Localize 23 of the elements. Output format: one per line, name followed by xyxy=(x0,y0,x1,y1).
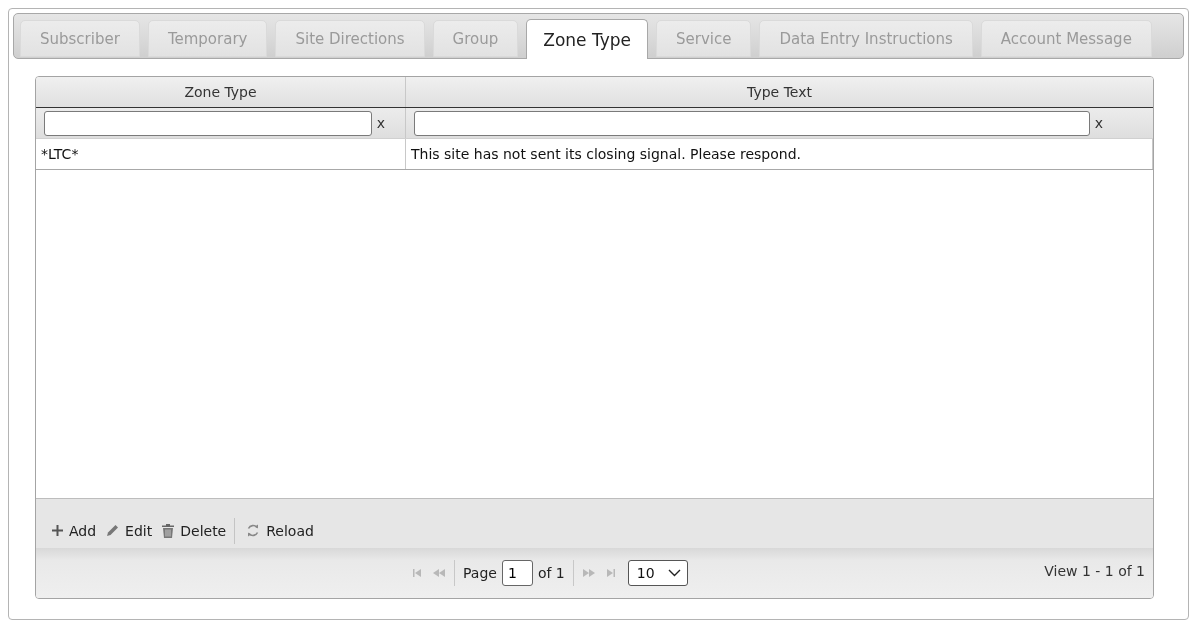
page-label: Page xyxy=(463,565,497,581)
filter-input[interactable] xyxy=(414,110,1090,136)
page-input[interactable]: 1 xyxy=(501,560,533,586)
clear-filter-link[interactable]: x xyxy=(376,115,385,131)
column-header[interactable]: Zone Type xyxy=(36,77,406,107)
plus-icon xyxy=(52,525,63,536)
edit-button[interactable]: Edit xyxy=(101,518,158,543)
tab[interactable]: Zone Type xyxy=(526,19,648,59)
page-size-select[interactable]: 10 xyxy=(627,560,688,586)
column-header[interactable]: Type Text xyxy=(406,77,1153,107)
reload-button[interactable]: Reload xyxy=(241,518,319,543)
filter-input[interactable] xyxy=(44,110,372,136)
refresh-icon xyxy=(246,523,261,538)
table-cell: This site has not sent its closing signal. Please respond. xyxy=(406,139,1153,169)
chevron-down-icon xyxy=(667,569,681,577)
add-button[interactable]: Add xyxy=(47,518,102,543)
pencil-icon xyxy=(106,524,120,537)
delete-button[interactable]: Delete xyxy=(157,518,232,543)
clear-filter-link[interactable]: x xyxy=(1094,115,1103,131)
table-cell: *LTC* xyxy=(36,139,406,169)
records-summary: View 1 - 1 of 1 xyxy=(1044,563,1146,579)
page-total: of 1 xyxy=(537,565,565,581)
trash-icon xyxy=(162,523,175,538)
